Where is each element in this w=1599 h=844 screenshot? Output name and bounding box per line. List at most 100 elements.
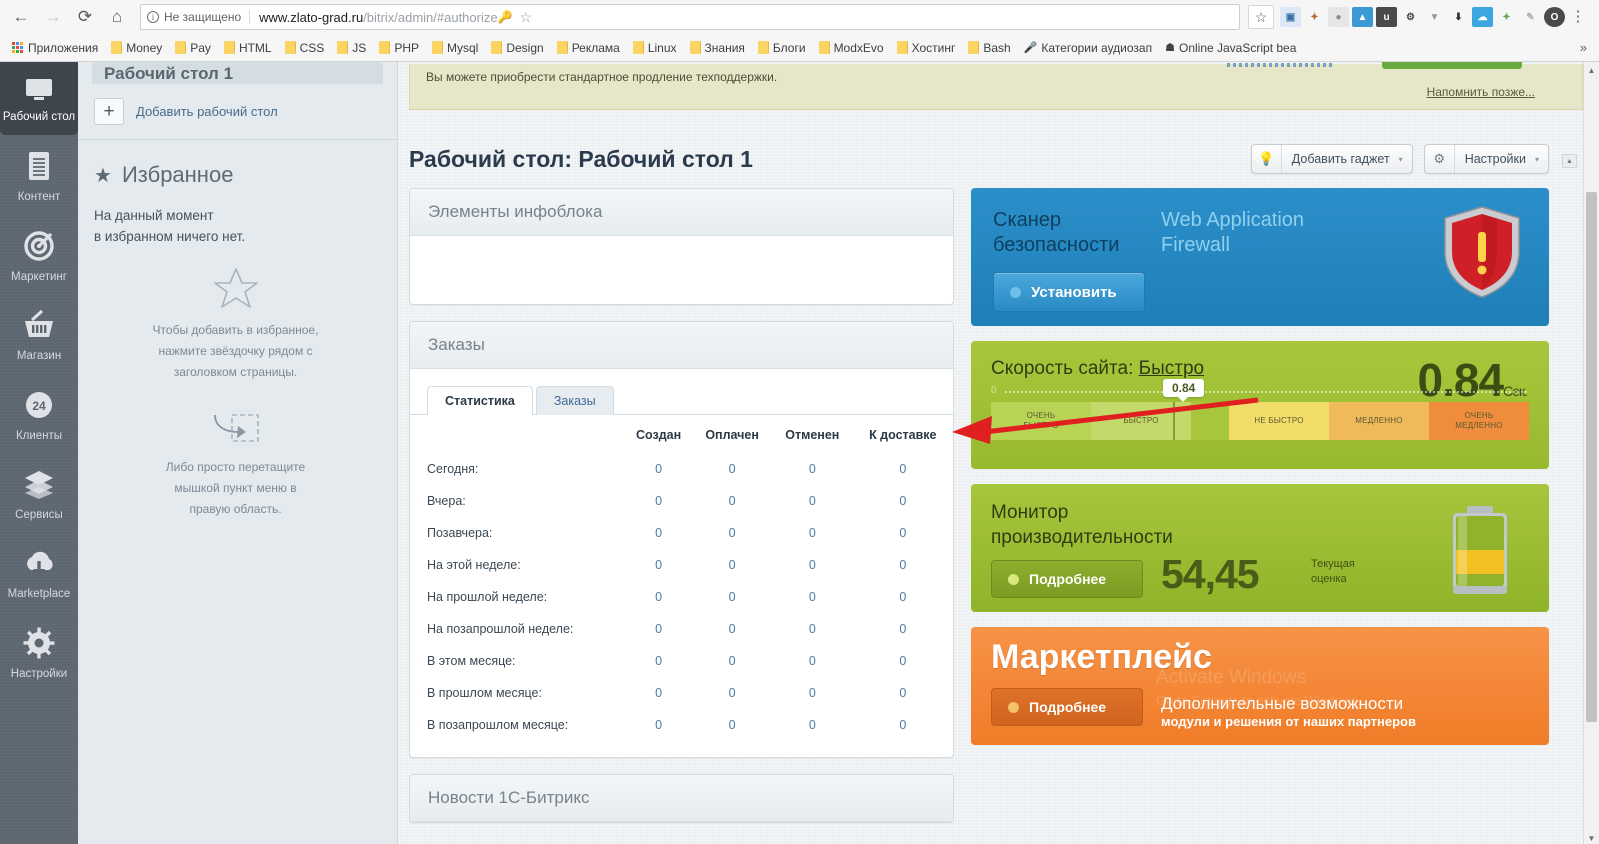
bookmark-manager-icon[interactable]: ☆ [1248, 5, 1274, 29]
sidebar-item-label: Контент [17, 191, 61, 204]
eyedropper-extension-icon[interactable]: ✦ [1304, 7, 1325, 27]
desktop-icon [26, 79, 52, 100]
brush-extension-icon[interactable]: ✎ [1520, 7, 1541, 27]
scrollbar-thumb[interactable] [1586, 192, 1597, 722]
performance-monitor-widget[interactable]: Монитор производительности Подробнее 54,… [971, 484, 1549, 612]
cell-value: 0 [728, 494, 736, 508]
scroll-up-arrow[interactable]: ▲ [1584, 62, 1599, 78]
screenshot-extension-icon[interactable]: ▣ [1280, 7, 1301, 27]
bookmark-item[interactable]: 🎤 Категории аудиозап [1018, 39, 1158, 57]
folder-icon [757, 41, 769, 54]
gauge-zero-label: 0 [991, 385, 997, 396]
skull-icon: ☗ [1165, 42, 1175, 54]
cell-value: 0 [899, 558, 907, 572]
bookmark-item[interactable]: Money [105, 39, 168, 57]
marketplace-details-button[interactable]: Подробнее [991, 688, 1143, 726]
gauge-segment-2: БЫСТРО [1091, 402, 1191, 440]
notice-text: Вы можете приобрести стандартное продлен… [426, 70, 778, 84]
star-icon: ★ [94, 164, 112, 187]
security-status[interactable]: i Не защищено [147, 10, 251, 24]
sidebar-item-5[interactable]: 24 Клиенты [0, 374, 78, 453]
bookmark-item[interactable]: PHP [373, 39, 425, 57]
bookmark-star-icon[interactable]: ☆ [520, 9, 533, 26]
cell-value: 0 [655, 590, 663, 604]
omnibox-actions: 🔑 ☆ [498, 9, 533, 26]
tab-1[interactable]: Статистика [427, 386, 533, 415]
sidebar-item-1[interactable]: Рабочий стол [0, 62, 78, 136]
bookmark-item[interactable]: Знания [684, 39, 751, 57]
inner-scroll-up-arrow[interactable]: ▲ [1562, 154, 1577, 168]
opera-extension-icon[interactable]: O [1544, 7, 1565, 27]
sidebar-item-3[interactable]: Маркетинг [0, 215, 78, 294]
cell-value: 0 [655, 654, 663, 668]
bookmark-item[interactable]: Реклама [551, 39, 626, 57]
bookmark-label: HTML [238, 40, 272, 55]
marketplace-widget[interactable]: Activate Windows Go to Settings to activ… [971, 627, 1549, 745]
bookmark-item[interactable]: Приложения [6, 39, 104, 57]
paint-extension-icon[interactable]: ✦ [1496, 7, 1517, 27]
settings-button[interactable]: ⚙ Настройки ▾ [1423, 144, 1549, 174]
scroll-down-arrow[interactable]: ▼ [1584, 830, 1599, 844]
address-bar[interactable]: i Не защищено www.zlato-grad.ru/bitrix/a… [140, 4, 1240, 30]
download-tray-extension-icon[interactable]: ▼ [1424, 7, 1445, 27]
cloud-extension-icon[interactable]: ☁ [1472, 7, 1493, 27]
bookmark-item[interactable]: CSS [279, 39, 331, 57]
tab-2[interactable]: Заказы [535, 386, 614, 415]
gauge-track [1005, 391, 1527, 393]
back-button[interactable]: ← [6, 2, 36, 32]
download-arrow-icon[interactable]: ⬇ [1448, 7, 1469, 27]
sidebar-item-8[interactable]: Настройки [0, 612, 78, 691]
bookmark-item[interactable]: ☗ Online JavaScript bea [1159, 39, 1302, 57]
forward-button[interactable]: → [38, 2, 68, 32]
page-scrollbar[interactable]: ▲ ▼ [1583, 62, 1599, 844]
desktop-tab[interactable]: Рабочий стол 1 [92, 62, 383, 84]
infoblock-panel: Элементы инфоблока [409, 188, 954, 305]
add-desktop-row[interactable]: + Добавить рабочий стол [78, 84, 397, 140]
sidebar-item-6[interactable]: Сервисы [0, 453, 78, 532]
bookmark-item[interactable]: Mysql [426, 39, 484, 57]
cell-value: 0 [899, 590, 907, 604]
cell-value: 0 [899, 686, 907, 700]
table-row: Позавчера: 0 0 0 0 [410, 517, 953, 549]
bookmark-item[interactable]: JS [331, 39, 372, 57]
password-key-icon[interactable]: 🔑 [498, 10, 513, 24]
gauge-needle [1173, 402, 1175, 440]
speed-rating[interactable]: Быстро [1139, 358, 1204, 379]
remind-later-link[interactable]: Напомнить позже... [1427, 85, 1535, 99]
url-path: /bitrix/admin/#authorize [363, 9, 498, 25]
notice-green-button[interactable] [1382, 62, 1522, 69]
chevron-down-icon[interactable]: ▾ [1535, 155, 1548, 164]
sidebar-item-7[interactable]: Marketplace [0, 532, 78, 611]
ublock-extension-icon[interactable]: u [1376, 7, 1397, 27]
bookmark-item[interactable]: Design [485, 39, 549, 57]
add-desktop-label[interactable]: Добавить рабочий стол [136, 104, 278, 119]
gear-extension-icon[interactable]: ⚙ [1400, 7, 1421, 27]
bookmark-item[interactable]: HTML [218, 39, 278, 57]
contacts-extension-icon[interactable]: ● [1328, 7, 1349, 27]
chevron-down-icon[interactable]: ▾ [1399, 155, 1412, 164]
home-button[interactable]: ⌂ [102, 2, 132, 32]
bookmark-item[interactable]: Хостинг [891, 39, 962, 57]
add-gadget-button[interactable]: 💡 Добавить гаджет ▾ [1250, 144, 1413, 174]
bookmark-item[interactable]: Bash [962, 39, 1016, 57]
folder-icon [337, 41, 349, 54]
sidebar-item-4[interactable]: Магазин [0, 294, 78, 373]
sidebar-item-2[interactable]: Контент [0, 135, 78, 214]
bookmark-item[interactable]: Pay [169, 39, 217, 57]
bookmark-item[interactable]: Блоги [752, 39, 812, 57]
reload-button[interactable]: ⟳ [70, 2, 100, 32]
gauge-segment-5: МЕДЛЕННО [1329, 402, 1429, 440]
waf-install-button[interactable]: Установить [993, 272, 1145, 312]
cell-value: 0 [655, 718, 663, 732]
bookmarks-overflow-button[interactable]: » [1574, 40, 1593, 55]
site-speed-widget[interactable]: Скорость сайта: Быстро 0.84Сек. 0 0.84 О… [971, 341, 1549, 469]
bookmark-item[interactable]: Linux [627, 39, 683, 57]
browser-menu-button[interactable]: ⋮ [1567, 9, 1589, 24]
main-content: Вы можете приобрести стандартное продлен… [398, 62, 1599, 844]
add-desktop-plus-icon[interactable]: + [94, 98, 124, 125]
security-scanner-widget[interactable]: Сканер безопасности Установить Web Appli… [971, 188, 1549, 326]
cell-value: 0 [728, 462, 736, 476]
image-extension-icon[interactable]: ▲ [1352, 7, 1373, 27]
perf-details-button[interactable]: Подробнее [991, 560, 1143, 599]
bookmark-item[interactable]: ModxEvo [813, 39, 890, 57]
